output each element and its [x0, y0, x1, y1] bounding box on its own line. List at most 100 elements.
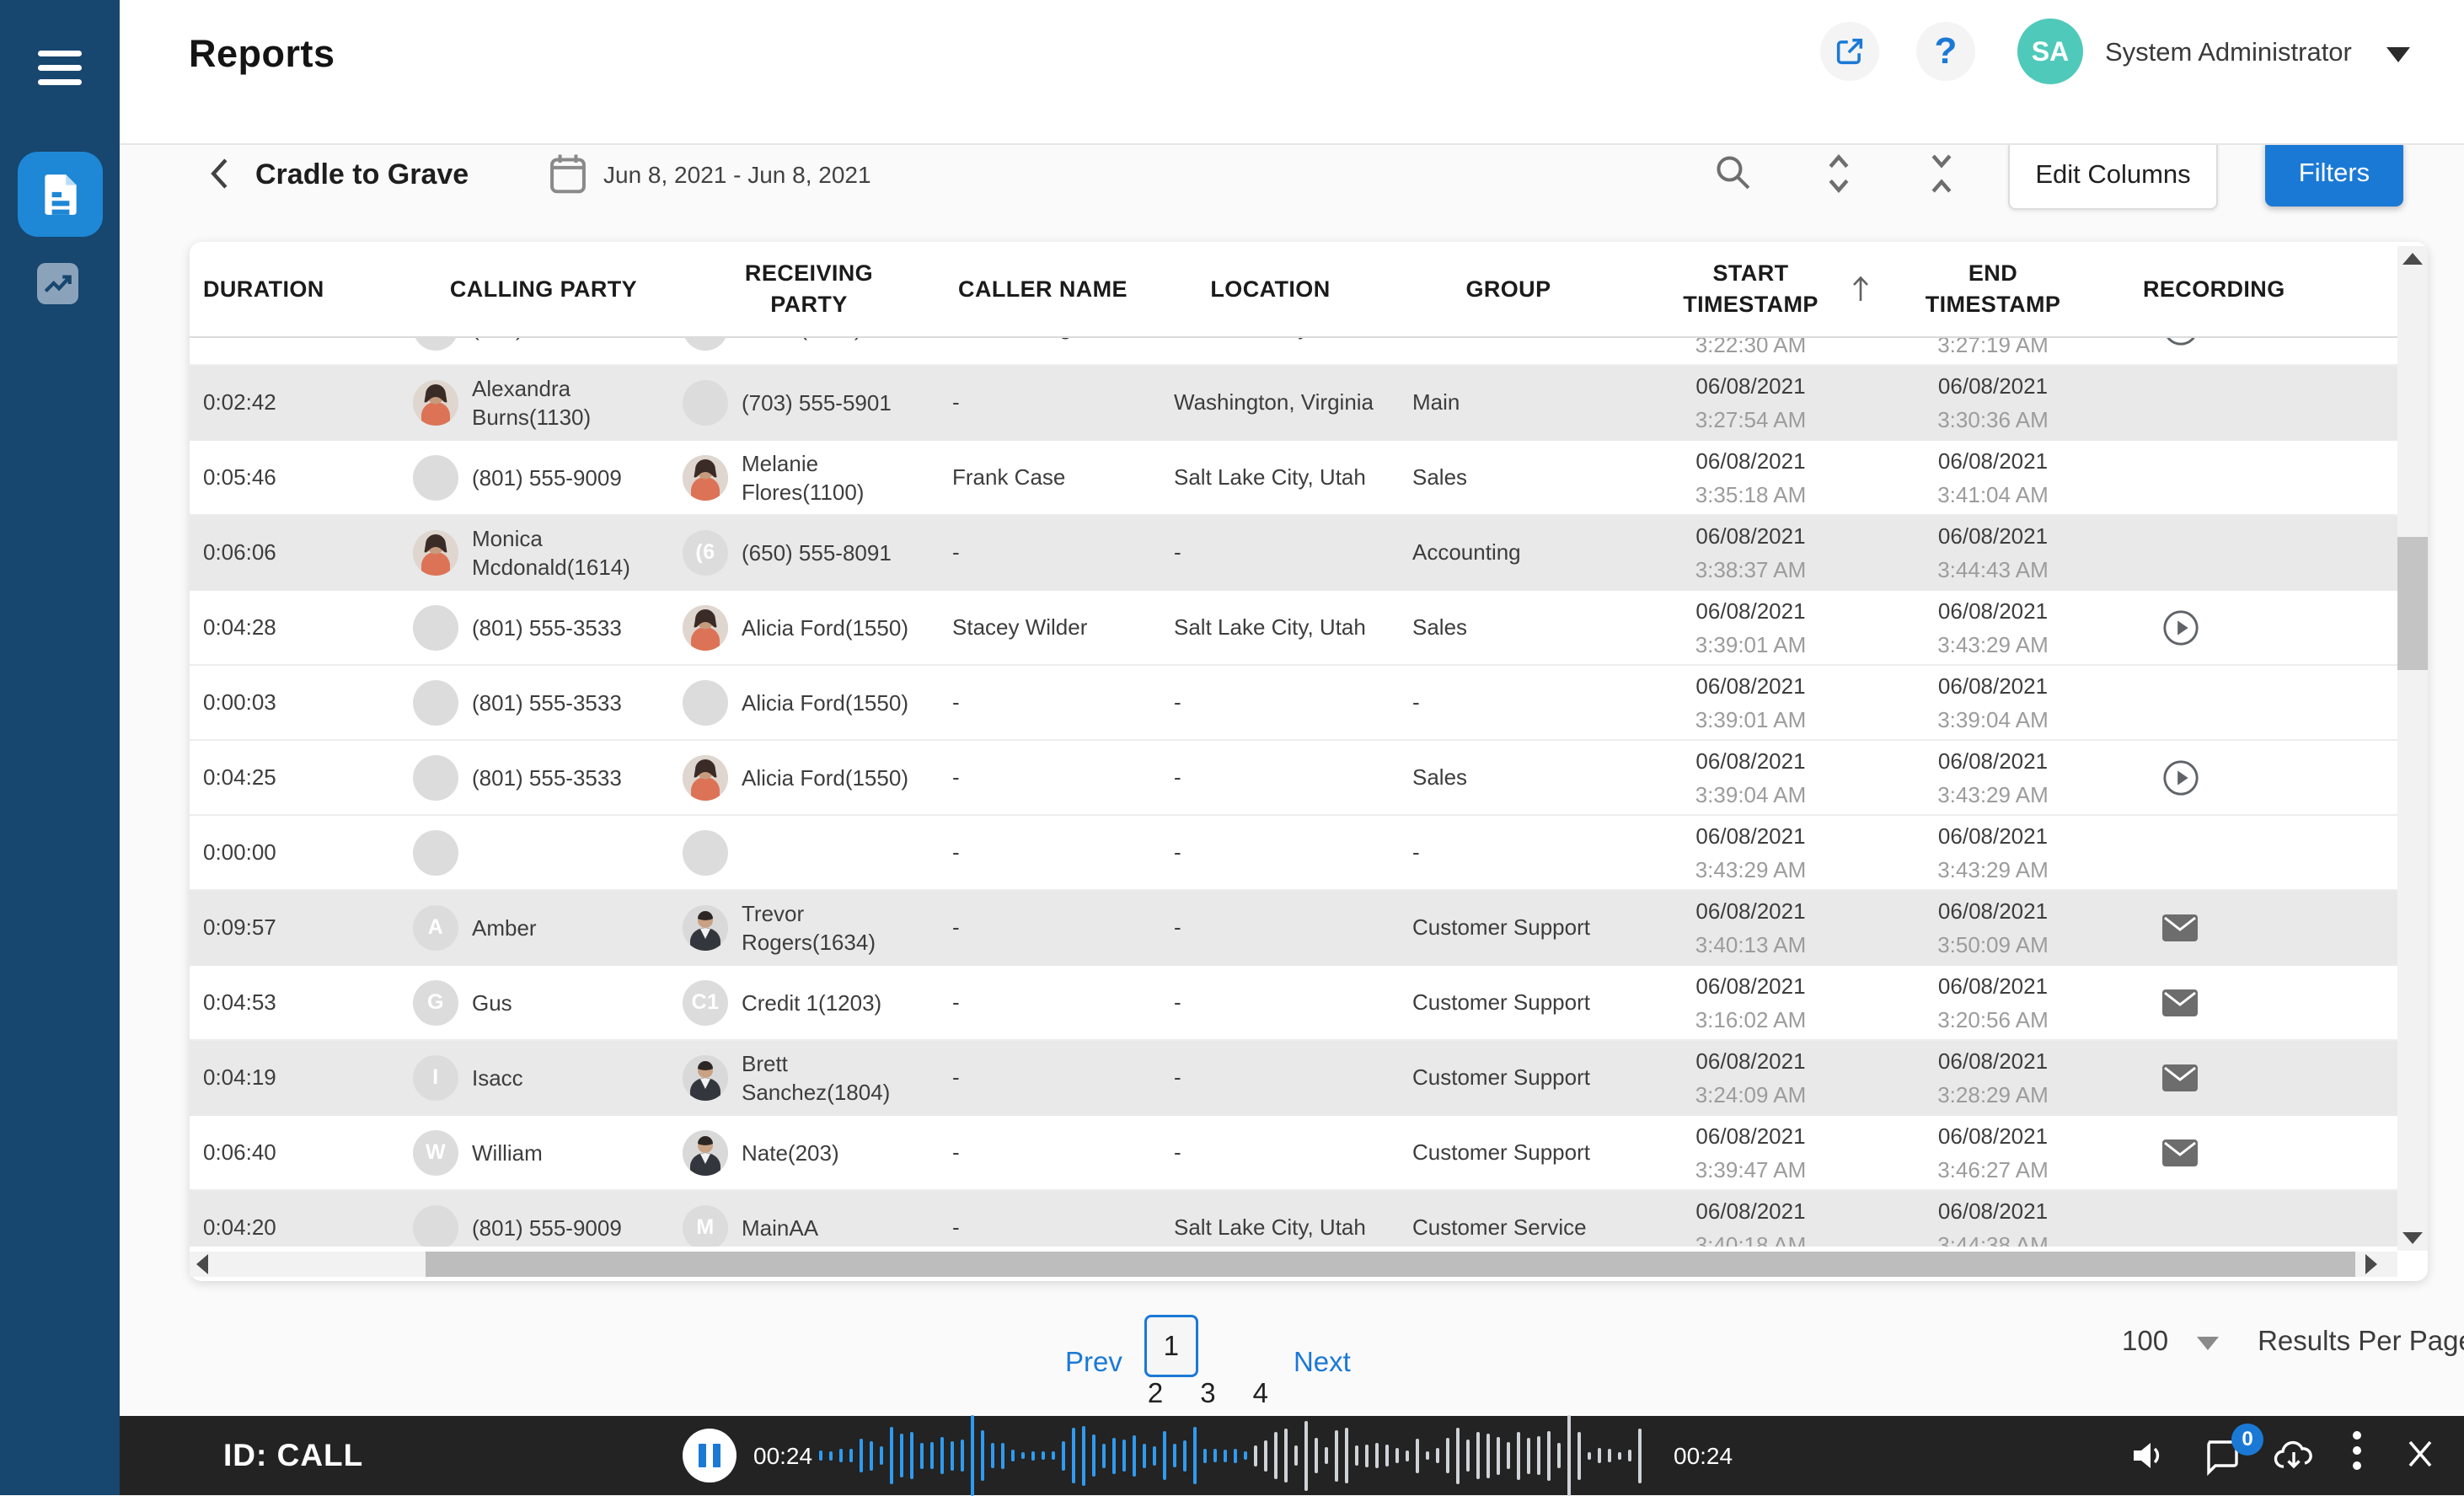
close-icon	[2408, 1440, 2432, 1467]
table-row[interactable]: 0:02:42 Alexandra Burns(1130) (703) 555-59…	[190, 366, 2397, 441]
user-menu-caret-icon[interactable]	[2386, 47, 2410, 62]
back-button[interactable]	[206, 155, 236, 196]
receiving-party-cell: C1 Credit 1(1203)	[683, 979, 935, 1026]
group-cell: Sales	[1412, 464, 1468, 490]
recording-play-button[interactable]	[2161, 609, 2200, 647]
unfold-less-icon	[1931, 154, 1952, 193]
collapse-rows-button[interactable]	[1920, 150, 1963, 201]
help-button[interactable]: ?	[1916, 22, 1975, 81]
end-timestamp-cell: 06/08/20213:27:19 AM	[1875, 338, 2111, 362]
duration-cell: 0:05:46	[203, 464, 276, 490]
date-range-picker[interactable]: Jun 8, 2021 - Jun 8, 2021	[603, 162, 871, 189]
end-time: 3:44:43 AM	[1937, 556, 2049, 582]
page-button-4[interactable]: 4	[1253, 1377, 1268, 1408]
download-button[interactable]	[2272, 1435, 2316, 1480]
start-time: 3:16:02 AM	[1695, 1006, 1807, 1032]
waveform-bar	[1517, 1431, 1520, 1480]
column-header-end_timestamp[interactable]: END TIMESTAMP	[1875, 258, 2111, 320]
scroll-down-arrow-icon[interactable]	[2402, 1232, 2423, 1244]
per-page-value[interactable]: 100	[2122, 1325, 2168, 1357]
table-row[interactable]: 0:06:06 Monica Mcdonald(1614) (6 (650) 555-…	[190, 516, 2397, 591]
caller-name-cell: -	[952, 839, 960, 865]
waveform-bar	[880, 1446, 883, 1465]
waveform-bar	[1507, 1442, 1510, 1469]
end-timestamp-cell: 06/08/2021 3:28:29 AM	[1875, 1044, 2111, 1112]
hamburger-menu-button[interactable]	[38, 51, 82, 88]
scroll-up-arrow-icon[interactable]	[2402, 253, 2423, 265]
table-row[interactable]: 0:04:53 G Gus C1 Credit 1(1203) - - Customer Su…	[190, 966, 2397, 1041]
horizontal-scrollbar-thumb[interactable]	[426, 1252, 2377, 1277]
recording-play-button[interactable]	[2161, 759, 2200, 797]
table-row[interactable]: 0:04:28 (801) 555-3533 Alicia Ford(1550) St…	[190, 591, 2397, 666]
waveform-bar	[981, 1430, 984, 1481]
avatar	[413, 379, 458, 426]
column-header-recording[interactable]: RECORDING	[2111, 274, 2397, 305]
page-button-2[interactable]: 2	[1148, 1377, 1163, 1408]
open-in-new-button[interactable]	[1820, 22, 1879, 81]
expand-rows-button[interactable]	[1817, 150, 1861, 201]
more-options-button[interactable]	[2353, 1431, 2361, 1477]
close-player-button[interactable]	[2402, 1435, 2439, 1477]
avatar	[683, 604, 728, 651]
audio-waveform[interactable]	[819, 1415, 1653, 1496]
per-page-caret-icon[interactable]	[2197, 1337, 2220, 1350]
column-header-group[interactable]: GROUP	[1390, 274, 1626, 305]
sort-ascending-icon[interactable]	[1850, 275, 1872, 303]
waveform-bar	[1486, 1433, 1490, 1478]
column-header-caller_name[interactable]: CALLER NAME	[935, 274, 1150, 305]
prev-page-button[interactable]: Prev	[1065, 1346, 1122, 1378]
user-avatar[interactable]: SA	[2017, 19, 2083, 84]
voicemail-button[interactable]	[2161, 914, 2199, 942]
voicemail-button[interactable]	[2161, 989, 2199, 1017]
waveform-bar	[1163, 1431, 1166, 1480]
avatar	[413, 338, 458, 351]
horizontal-scrollbar[interactable]	[190, 1252, 2397, 1277]
scroll-left-arrow-icon[interactable]	[196, 1254, 208, 1274]
page-button-3[interactable]: 3	[1200, 1377, 1215, 1408]
edit-columns-button[interactable]: Edit Columns	[2008, 139, 2218, 210]
table-row[interactable]: 0:00:03 (801) 555-3533 Alicia Ford(1550) - -…	[190, 666, 2397, 741]
recording-play-button[interactable]	[2161, 338, 2200, 347]
calendar-icon[interactable]	[548, 152, 588, 200]
pause-button[interactable]	[683, 1429, 737, 1483]
column-header-start_timestamp[interactable]: START TIMESTAMP	[1626, 258, 1875, 320]
waveform-bar	[890, 1427, 893, 1484]
column-header-calling_party[interactable]: CALLING PARTY	[404, 274, 683, 305]
table-row[interactable]: 0:09:57 A Amber Trevor Rogers(1634) - - Custom…	[190, 891, 2397, 966]
voicemail-button[interactable]	[2161, 1064, 2199, 1092]
receiving-party-cell: (6 (650) 555-8091	[683, 529, 935, 576]
column-header-location[interactable]: LOCATION	[1150, 274, 1390, 305]
receiving-party-label: Melanie Flores(1100)	[742, 450, 865, 505]
filters-button[interactable]: Filters	[2265, 139, 2403, 206]
vertical-scrollbar-thumb[interactable]	[2397, 537, 2428, 670]
receiving-party-label: Trevor Rogers(1634)	[742, 900, 876, 955]
page-button-1[interactable]: 1	[1144, 1315, 1198, 1377]
search-button[interactable]	[1711, 150, 1754, 198]
scroll-right-arrow-icon[interactable]	[2365, 1254, 2377, 1274]
volume-button[interactable]	[2127, 1435, 2167, 1480]
column-header-receiving_party[interactable]: RECEIVING PARTY	[683, 258, 935, 320]
vertical-scrollbar[interactable]	[2397, 246, 2428, 1251]
next-page-button[interactable]: Next	[1294, 1346, 1351, 1378]
table-row[interactable]: 0:04:47 (801) 555-7624 Harris(1137) Katrina…	[190, 338, 2397, 366]
waveform-bar	[1375, 1443, 1379, 1468]
waveform-bar	[920, 1442, 924, 1469]
table-row[interactable]: 0:04:19 I Isacc Brett Sanchez(1804) - - Custom…	[190, 1041, 2397, 1116]
waveform-bar	[849, 1449, 853, 1462]
column-header-duration[interactable]: DURATION	[190, 274, 404, 305]
table-row[interactable]: 0:06:40 W William Nate(203) - - Customer Suppo…	[190, 1116, 2397, 1191]
sidebar-item-analytics[interactable]	[37, 263, 78, 304]
end-time: 3:28:29 AM	[1937, 1081, 2049, 1107]
comments-button[interactable]: 0	[2201, 1424, 2263, 1480]
group-cell: Customer Support	[1412, 914, 1590, 940]
voicemail-button[interactable]	[2161, 1139, 2199, 1167]
table-row[interactable]: 0:00:00- - -06/08/2021 3:43:29 AM 06/08/2021…	[190, 816, 2397, 891]
table-row[interactable]: 0:04:25 (801) 555-3533 Alicia Ford(1550) - -…	[190, 741, 2397, 816]
table-row[interactable]: 0:05:46 (801) 555-9009 Melanie Flores(1100…	[190, 441, 2397, 516]
table-row[interactable]: 0:04:20 (801) 555-9009 M MainAA - Salt Lake C…	[190, 1191, 2397, 1247]
end-timestamp-cell: 06/08/2021 3:39:04 AM	[1875, 669, 2111, 737]
waveform-bar	[1567, 1415, 1571, 1496]
end-time: 3:41:04 AM	[1937, 481, 2049, 507]
sidebar-item-reports[interactable]	[18, 152, 103, 237]
column-header-label: RECEIVING PARTY	[744, 260, 874, 317]
